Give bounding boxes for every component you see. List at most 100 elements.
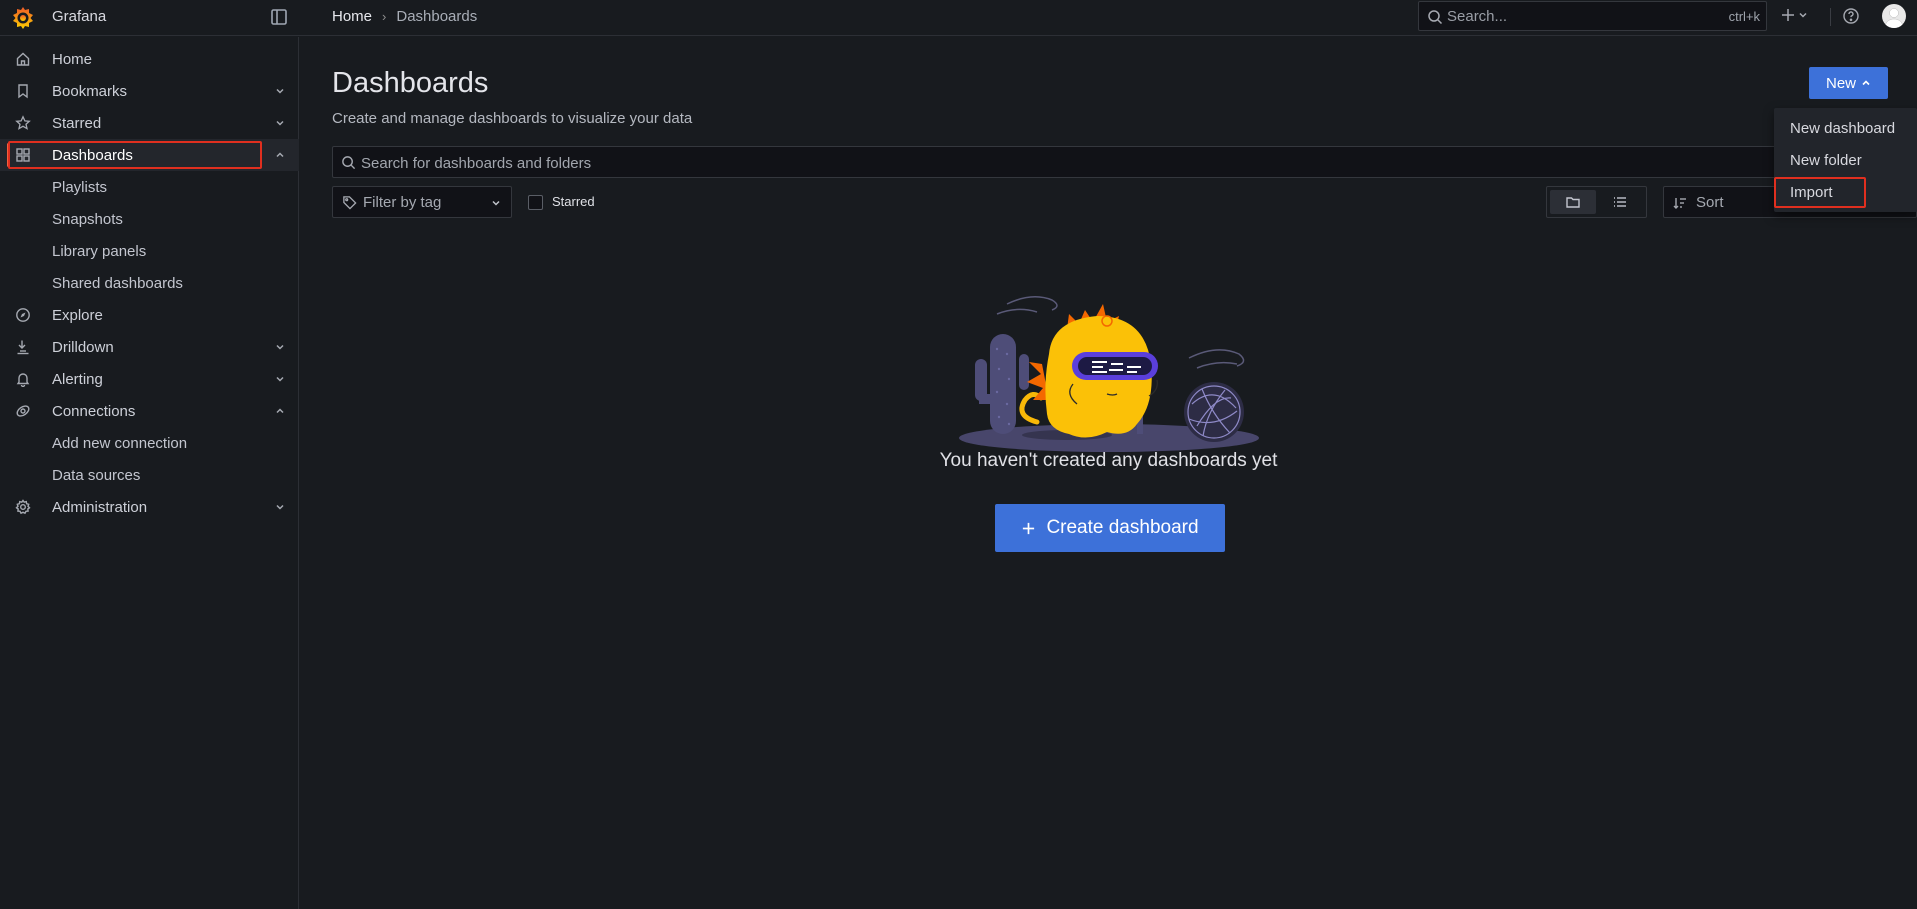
- chevron-up-icon[interactable]: [275, 150, 285, 160]
- breadcrumb-current: Dashboards: [396, 8, 478, 25]
- menu-item-label: Import: [1790, 183, 1833, 201]
- sidebar-item-administration[interactable]: Administration: [0, 491, 299, 523]
- sidebar-item-dashboards[interactable]: Dashboards: [0, 139, 299, 171]
- plug-icon: [16, 405, 30, 417]
- chevron-down-icon[interactable]: [275, 118, 285, 128]
- breadcrumb-separator: ›: [382, 9, 387, 24]
- sidebar-item-label: Starred: [52, 114, 102, 132]
- main-content: Dashboards Create and manage dashboards …: [300, 37, 1917, 909]
- sidebar-item-label: Library panels: [52, 242, 147, 260]
- sidebar-item-library-panels[interactable]: Library panels: [0, 235, 299, 267]
- sidebar: Home Bookmarks Starred Dashboards Playli…: [0, 37, 299, 909]
- create-dashboard-button[interactable]: Create dashboard: [995, 504, 1225, 552]
- search-icon: [342, 156, 356, 170]
- folder-view-button[interactable]: [1550, 190, 1596, 214]
- starred-checkbox[interactable]: [528, 195, 543, 210]
- sidebar-item-drilldown[interactable]: Drilldown: [0, 331, 299, 363]
- plus-icon: [1023, 522, 1035, 534]
- list-icon: [1614, 197, 1626, 207]
- help-icon[interactable]: [1842, 7, 1860, 25]
- sidebar-item-label: Explore: [52, 306, 103, 324]
- sidebar-item-label: Dashboards: [52, 146, 133, 164]
- new-button-label: New: [1825, 74, 1856, 92]
- sidebar-item-snapshots[interactable]: Snapshots: [0, 203, 299, 235]
- folder-icon: [1566, 197, 1580, 208]
- topbar-divider: [1830, 8, 1831, 26]
- tag-filter-select[interactable]: Filter by tag: [332, 186, 512, 218]
- new-dropdown-menu: New dashboard New folder Import: [1774, 108, 1917, 212]
- search-shortcut: ctrl+k: [1728, 9, 1760, 24]
- sidebar-item-label: Bookmarks: [52, 82, 128, 100]
- brand[interactable]: [10, 5, 36, 31]
- dashboard-search-box[interactable]: [332, 146, 1917, 178]
- starred-label[interactable]: Starred: [552, 194, 595, 209]
- chevron-down-icon: [1799, 12, 1807, 18]
- tag-icon: [343, 196, 357, 210]
- sidebar-item-bookmarks[interactable]: Bookmarks: [0, 75, 299, 107]
- sidebar-item-data-sources[interactable]: Data sources: [0, 459, 299, 491]
- view-toggle: [1546, 186, 1647, 218]
- compass-icon: [16, 308, 30, 322]
- sidebar-item-shared-dashboards[interactable]: Shared dashboards: [0, 267, 299, 299]
- sidebar-item-label: Drilldown: [52, 338, 114, 356]
- sidebar-item-label: Shared dashboards: [52, 274, 183, 292]
- dashboard-search-input[interactable]: [361, 153, 961, 173]
- breadcrumb: Home › Dashboards: [332, 8, 477, 25]
- dock-menu-icon[interactable]: [269, 7, 289, 27]
- user-avatar[interactable]: [1882, 4, 1906, 28]
- star-icon: [15, 115, 31, 130]
- empty-state: You haven't created any dashboards yet: [300, 450, 1917, 472]
- chevron-up-icon: [1862, 80, 1870, 86]
- sort-label: Sort: [1696, 194, 1724, 211]
- menu-item-new-folder[interactable]: New folder: [1774, 144, 1917, 176]
- menu-item-import[interactable]: Import: [1774, 176, 1917, 208]
- sidebar-item-label: Alerting: [52, 370, 103, 388]
- sidebar-item-alerting[interactable]: Alerting: [0, 363, 299, 395]
- app-name: Grafana: [52, 8, 107, 25]
- sort-icon: [1673, 198, 1686, 209]
- menu-item-new-dashboard[interactable]: New dashboard: [1774, 112, 1917, 144]
- sidebar-item-label: Playlists: [52, 178, 108, 196]
- page-title: Dashboards: [332, 67, 489, 99]
- sidebar-item-label: Administration: [52, 498, 148, 516]
- highlight-box: [8, 141, 262, 169]
- global-search-input[interactable]: [1447, 6, 1697, 26]
- menu-item-label: New dashboard: [1790, 119, 1896, 137]
- global-search-box[interactable]: ctrl+k: [1418, 1, 1767, 31]
- chevron-down-icon[interactable]: [275, 86, 285, 96]
- sidebar-item-label: Snapshots: [52, 210, 123, 228]
- sidebar-item-explore[interactable]: Explore: [0, 299, 299, 331]
- sidebar-item-label: Connections: [52, 402, 136, 420]
- list-view-button[interactable]: [1597, 190, 1643, 214]
- sidebar-item-label: Data sources: [52, 466, 141, 484]
- bell-icon: [16, 373, 30, 387]
- sidebar-item-playlists[interactable]: Playlists: [0, 171, 299, 203]
- sidebar-item-home[interactable]: Home: [0, 43, 299, 75]
- page-subtitle: Create and manage dashboards to visualiz…: [332, 110, 693, 127]
- bookmark-icon: [18, 84, 28, 99]
- menu-item-label: New folder: [1790, 151, 1862, 169]
- sidebar-item-add-new-connection[interactable]: Add new connection: [0, 427, 299, 459]
- chevron-down-icon[interactable]: [275, 502, 285, 512]
- drilldown-icon: [17, 340, 29, 355]
- chevron-down-icon: [492, 200, 500, 206]
- new-button[interactable]: New: [1809, 67, 1888, 99]
- empty-state-message: You haven't created any dashboards yet: [939, 450, 1278, 471]
- breadcrumb-home[interactable]: Home: [332, 8, 372, 25]
- top-bar: Grafana Home › Dashboards ctrl+k: [0, 0, 1917, 36]
- sidebar-item-connections[interactable]: Connections: [0, 395, 299, 427]
- search-icon: [1428, 10, 1443, 25]
- chevron-down-icon[interactable]: [275, 342, 285, 352]
- tag-filter-label: Filter by tag: [363, 194, 442, 211]
- chevron-up-icon[interactable]: [275, 406, 285, 416]
- sidebar-item-starred[interactable]: Starred: [0, 107, 299, 139]
- add-new-button[interactable]: [1780, 7, 1808, 23]
- sidebar-item-label: Home: [52, 50, 93, 68]
- sidebar-item-label: Add new connection: [52, 434, 188, 452]
- gear-icon: [15, 499, 31, 515]
- chevron-down-icon[interactable]: [275, 374, 285, 384]
- active-indicator: [7, 143, 10, 167]
- empty-state-illustration: [959, 296, 1259, 452]
- user-avatar-icon: [1884, 8, 1904, 28]
- apps-icon: [16, 148, 30, 162]
